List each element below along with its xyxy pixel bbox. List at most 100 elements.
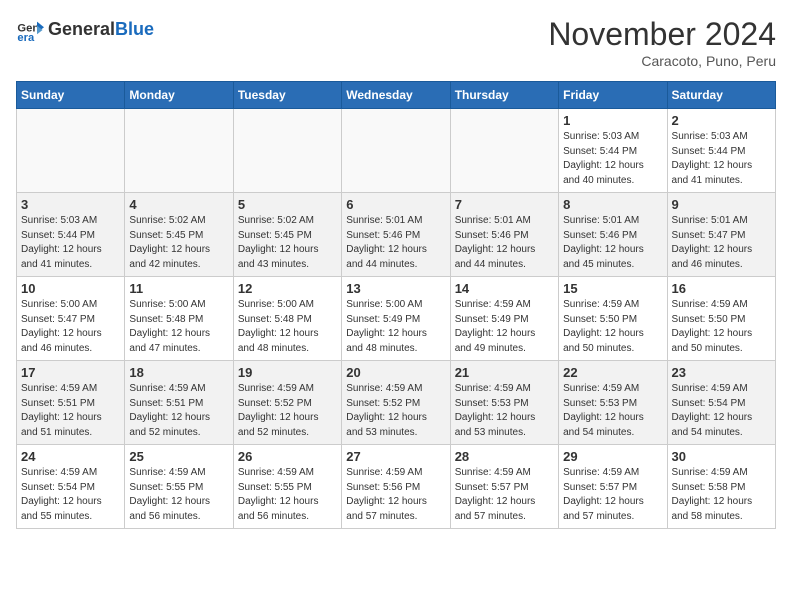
- calendar-cell: 23 Sunrise: 4:59 AM Sunset: 5:54 PM Dayl…: [667, 361, 775, 445]
- calendar-cell: 20 Sunrise: 4:59 AM Sunset: 5:52 PM Dayl…: [342, 361, 450, 445]
- day-info: Sunrise: 5:02 AM Sunset: 5:45 PM Dayligh…: [129, 214, 228, 272]
- calendar-week-row: 10 Sunrise: 5:00 AM Sunset: 5:47 PM Dayl…: [17, 277, 776, 361]
- day-number: 29: [563, 449, 662, 464]
- day-info: Sunrise: 5:03 AM Sunset: 5:44 PM Dayligh…: [672, 130, 771, 188]
- day-number: 13: [346, 281, 445, 296]
- weekday-header-tuesday: Tuesday: [233, 82, 341, 109]
- calendar-cell: 16 Sunrise: 4:59 AM Sunset: 5:50 PM Dayl…: [667, 277, 775, 361]
- calendar-cell: 29 Sunrise: 4:59 AM Sunset: 5:57 PM Dayl…: [559, 445, 667, 529]
- calendar-cell: [125, 109, 233, 193]
- day-info: Sunrise: 5:01 AM Sunset: 5:46 PM Dayligh…: [563, 214, 662, 272]
- calendar-cell: 13 Sunrise: 5:00 AM Sunset: 5:49 PM Dayl…: [342, 277, 450, 361]
- day-info: Sunrise: 4:59 AM Sunset: 5:53 PM Dayligh…: [563, 382, 662, 440]
- calendar-cell: 9 Sunrise: 5:01 AM Sunset: 5:47 PM Dayli…: [667, 193, 775, 277]
- day-info: Sunrise: 4:59 AM Sunset: 5:54 PM Dayligh…: [21, 466, 120, 524]
- calendar-week-row: 1 Sunrise: 5:03 AM Sunset: 5:44 PM Dayli…: [17, 109, 776, 193]
- calendar-cell: 11 Sunrise: 5:00 AM Sunset: 5:48 PM Dayl…: [125, 277, 233, 361]
- day-number: 4: [129, 197, 228, 212]
- calendar-cell: 12 Sunrise: 5:00 AM Sunset: 5:48 PM Dayl…: [233, 277, 341, 361]
- calendar-cell: [233, 109, 341, 193]
- day-info: Sunrise: 4:59 AM Sunset: 5:56 PM Dayligh…: [346, 466, 445, 524]
- calendar-week-row: 17 Sunrise: 4:59 AM Sunset: 5:51 PM Dayl…: [17, 361, 776, 445]
- calendar-cell: 8 Sunrise: 5:01 AM Sunset: 5:46 PM Dayli…: [559, 193, 667, 277]
- calendar-cell: 28 Sunrise: 4:59 AM Sunset: 5:57 PM Dayl…: [450, 445, 558, 529]
- day-number: 5: [238, 197, 337, 212]
- day-info: Sunrise: 5:00 AM Sunset: 5:49 PM Dayligh…: [346, 298, 445, 356]
- calendar-table: SundayMondayTuesdayWednesdayThursdayFrid…: [16, 81, 776, 529]
- weekday-header-sunday: Sunday: [17, 82, 125, 109]
- svg-text:era: era: [17, 32, 35, 44]
- logo-blue-text: Blue: [115, 19, 154, 39]
- day-number: 16: [672, 281, 771, 296]
- day-number: 28: [455, 449, 554, 464]
- day-number: 21: [455, 365, 554, 380]
- weekday-header-friday: Friday: [559, 82, 667, 109]
- day-number: 25: [129, 449, 228, 464]
- day-number: 3: [21, 197, 120, 212]
- day-info: Sunrise: 5:01 AM Sunset: 5:47 PM Dayligh…: [672, 214, 771, 272]
- day-number: 10: [21, 281, 120, 296]
- logo-general-text: General: [48, 19, 115, 39]
- calendar-cell: 14 Sunrise: 4:59 AM Sunset: 5:49 PM Dayl…: [450, 277, 558, 361]
- day-info: Sunrise: 5:00 AM Sunset: 5:47 PM Dayligh…: [21, 298, 120, 356]
- calendar-cell: [450, 109, 558, 193]
- day-info: Sunrise: 4:59 AM Sunset: 5:51 PM Dayligh…: [129, 382, 228, 440]
- calendar-cell: 3 Sunrise: 5:03 AM Sunset: 5:44 PM Dayli…: [17, 193, 125, 277]
- day-number: 11: [129, 281, 228, 296]
- day-number: 17: [21, 365, 120, 380]
- day-info: Sunrise: 4:59 AM Sunset: 5:49 PM Dayligh…: [455, 298, 554, 356]
- day-info: Sunrise: 4:59 AM Sunset: 5:52 PM Dayligh…: [238, 382, 337, 440]
- day-info: Sunrise: 4:59 AM Sunset: 5:50 PM Dayligh…: [563, 298, 662, 356]
- calendar-cell: 17 Sunrise: 4:59 AM Sunset: 5:51 PM Dayl…: [17, 361, 125, 445]
- calendar-cell: 6 Sunrise: 5:01 AM Sunset: 5:46 PM Dayli…: [342, 193, 450, 277]
- calendar-cell: 18 Sunrise: 4:59 AM Sunset: 5:51 PM Dayl…: [125, 361, 233, 445]
- day-info: Sunrise: 4:59 AM Sunset: 5:55 PM Dayligh…: [129, 466, 228, 524]
- day-number: 2: [672, 113, 771, 128]
- weekday-header-row: SundayMondayTuesdayWednesdayThursdayFrid…: [17, 82, 776, 109]
- calendar-cell: 19 Sunrise: 4:59 AM Sunset: 5:52 PM Dayl…: [233, 361, 341, 445]
- day-info: Sunrise: 5:03 AM Sunset: 5:44 PM Dayligh…: [563, 130, 662, 188]
- calendar-cell: 27 Sunrise: 4:59 AM Sunset: 5:56 PM Dayl…: [342, 445, 450, 529]
- calendar-cell: 5 Sunrise: 5:02 AM Sunset: 5:45 PM Dayli…: [233, 193, 341, 277]
- calendar-week-row: 3 Sunrise: 5:03 AM Sunset: 5:44 PM Dayli…: [17, 193, 776, 277]
- location: Caracoto, Puno, Peru: [548, 53, 776, 69]
- calendar-cell: 4 Sunrise: 5:02 AM Sunset: 5:45 PM Dayli…: [125, 193, 233, 277]
- day-number: 9: [672, 197, 771, 212]
- calendar-cell: 22 Sunrise: 4:59 AM Sunset: 5:53 PM Dayl…: [559, 361, 667, 445]
- calendar-cell: 25 Sunrise: 4:59 AM Sunset: 5:55 PM Dayl…: [125, 445, 233, 529]
- day-number: 6: [346, 197, 445, 212]
- calendar-week-row: 24 Sunrise: 4:59 AM Sunset: 5:54 PM Dayl…: [17, 445, 776, 529]
- weekday-header-wednesday: Wednesday: [342, 82, 450, 109]
- page-header: Gen era GeneralBlue November 2024 Caraco…: [16, 16, 776, 69]
- day-number: 20: [346, 365, 445, 380]
- calendar-cell: 1 Sunrise: 5:03 AM Sunset: 5:44 PM Dayli…: [559, 109, 667, 193]
- day-number: 1: [563, 113, 662, 128]
- calendar-cell: 21 Sunrise: 4:59 AM Sunset: 5:53 PM Dayl…: [450, 361, 558, 445]
- calendar-cell: [342, 109, 450, 193]
- day-info: Sunrise: 5:00 AM Sunset: 5:48 PM Dayligh…: [129, 298, 228, 356]
- day-info: Sunrise: 5:00 AM Sunset: 5:48 PM Dayligh…: [238, 298, 337, 356]
- calendar-cell: 10 Sunrise: 5:00 AM Sunset: 5:47 PM Dayl…: [17, 277, 125, 361]
- day-number: 27: [346, 449, 445, 464]
- day-info: Sunrise: 5:03 AM Sunset: 5:44 PM Dayligh…: [21, 214, 120, 272]
- calendar-cell: 7 Sunrise: 5:01 AM Sunset: 5:46 PM Dayli…: [450, 193, 558, 277]
- day-number: 15: [563, 281, 662, 296]
- day-info: Sunrise: 5:01 AM Sunset: 5:46 PM Dayligh…: [346, 214, 445, 272]
- day-info: Sunrise: 4:59 AM Sunset: 5:51 PM Dayligh…: [21, 382, 120, 440]
- day-info: Sunrise: 4:59 AM Sunset: 5:53 PM Dayligh…: [455, 382, 554, 440]
- day-number: 30: [672, 449, 771, 464]
- weekday-header-monday: Monday: [125, 82, 233, 109]
- day-number: 26: [238, 449, 337, 464]
- calendar-cell: 24 Sunrise: 4:59 AM Sunset: 5:54 PM Dayl…: [17, 445, 125, 529]
- day-info: Sunrise: 4:59 AM Sunset: 5:55 PM Dayligh…: [238, 466, 337, 524]
- day-number: 14: [455, 281, 554, 296]
- weekday-header-thursday: Thursday: [450, 82, 558, 109]
- calendar-cell: 15 Sunrise: 4:59 AM Sunset: 5:50 PM Dayl…: [559, 277, 667, 361]
- calendar-cell: [17, 109, 125, 193]
- calendar-cell: 30 Sunrise: 4:59 AM Sunset: 5:58 PM Dayl…: [667, 445, 775, 529]
- day-info: Sunrise: 5:01 AM Sunset: 5:46 PM Dayligh…: [455, 214, 554, 272]
- day-number: 7: [455, 197, 554, 212]
- calendar-cell: 26 Sunrise: 4:59 AM Sunset: 5:55 PM Dayl…: [233, 445, 341, 529]
- day-number: 22: [563, 365, 662, 380]
- month-title: November 2024: [548, 16, 776, 53]
